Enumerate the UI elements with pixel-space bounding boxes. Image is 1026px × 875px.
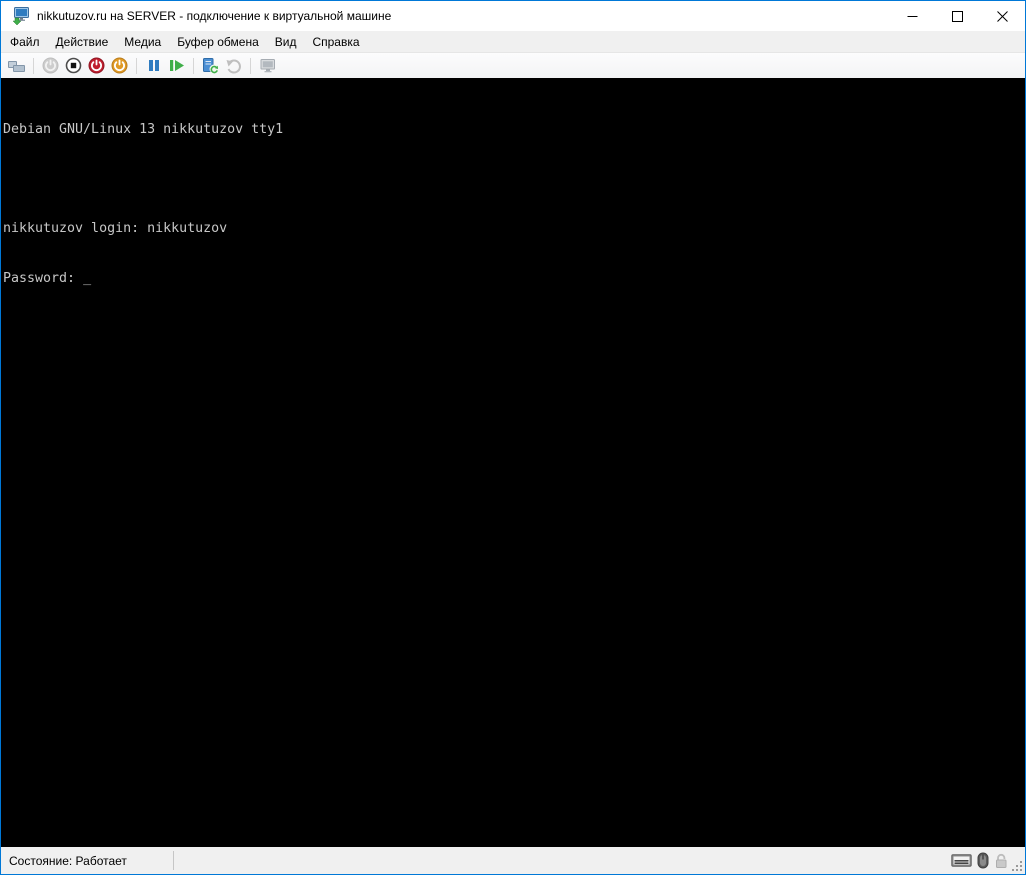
shut-down-button[interactable] bbox=[85, 55, 108, 76]
menu-file[interactable]: Файл bbox=[2, 32, 48, 52]
minimize-icon bbox=[907, 11, 918, 22]
reset-button[interactable] bbox=[165, 55, 188, 76]
maximize-icon bbox=[952, 11, 963, 22]
checkpoint-button[interactable] bbox=[199, 55, 222, 76]
console-line: nikkutuzov login: nikkutuzov bbox=[3, 221, 1025, 238]
statusbar: Состояние: Работает bbox=[1, 847, 1025, 874]
statusbar-indicators bbox=[951, 852, 1009, 869]
save-state-button[interactable] bbox=[108, 55, 131, 76]
unlock-status-icon bbox=[994, 853, 1009, 869]
enhanced-session-button bbox=[256, 55, 279, 76]
reset-icon bbox=[168, 58, 185, 73]
vmconnect-app-icon bbox=[10, 6, 30, 26]
menu-action[interactable]: Действие bbox=[48, 32, 117, 52]
toolbar-separator bbox=[193, 58, 194, 74]
console-line: Debian GNU/Linux 13 nikkutuzov tty1 bbox=[3, 122, 1025, 139]
revert-checkpoint-button bbox=[222, 55, 245, 76]
enhanced-session-icon bbox=[259, 57, 277, 74]
pause-button[interactable] bbox=[142, 55, 165, 76]
start-button bbox=[39, 55, 62, 76]
window-controls bbox=[890, 1, 1025, 31]
close-button[interactable] bbox=[980, 1, 1025, 31]
ctrl-alt-del-button[interactable] bbox=[5, 55, 28, 76]
minimize-button[interactable] bbox=[890, 1, 935, 31]
vm-state-label: Состояние: Работает bbox=[1, 854, 173, 868]
shut-down-icon bbox=[88, 57, 105, 74]
turn-off-button[interactable] bbox=[62, 55, 85, 76]
toolbar-separator bbox=[33, 58, 34, 74]
resize-grip[interactable] bbox=[1012, 861, 1023, 872]
statusbar-separator bbox=[173, 851, 174, 870]
menu-clipboard[interactable]: Буфер обмена bbox=[169, 32, 267, 52]
pause-icon bbox=[147, 58, 161, 73]
checkpoint-icon bbox=[202, 57, 219, 74]
menu-media[interactable]: Медиа bbox=[116, 32, 169, 52]
menubar: Файл Действие Медиа Буфер обмена Вид Спр… bbox=[1, 31, 1025, 53]
console-line-password: Password: _ bbox=[3, 271, 1025, 288]
close-icon bbox=[997, 11, 1008, 22]
window-title: nikkutuzov.ru на SERVER - подключение к … bbox=[37, 9, 890, 23]
menu-help[interactable]: Справка bbox=[304, 32, 367, 52]
mouse-status-icon bbox=[977, 852, 989, 869]
menu-view[interactable]: Вид bbox=[267, 32, 305, 52]
toolbar-separator bbox=[250, 58, 251, 74]
password-prompt: Password: bbox=[3, 271, 83, 286]
vm-console-screen[interactable]: Debian GNU/Linux 13 nikkutuzov tty1 nikk… bbox=[1, 78, 1025, 847]
keyboard-status-icon bbox=[951, 853, 972, 868]
titlebar: nikkutuzov.ru на SERVER - подключение к … bbox=[1, 1, 1025, 31]
turn-off-icon bbox=[65, 57, 82, 74]
toolbar bbox=[1, 53, 1025, 78]
start-icon bbox=[42, 57, 59, 74]
ctrl-alt-del-icon bbox=[7, 58, 26, 74]
save-state-icon bbox=[111, 57, 128, 74]
vmconnect-window: nikkutuzov.ru на SERVER - подключение к … bbox=[0, 0, 1026, 875]
console-line bbox=[3, 172, 1025, 189]
maximize-button[interactable] bbox=[935, 1, 980, 31]
revert-checkpoint-icon bbox=[225, 58, 242, 74]
toolbar-separator bbox=[136, 58, 137, 74]
terminal-cursor: _ bbox=[83, 271, 91, 286]
